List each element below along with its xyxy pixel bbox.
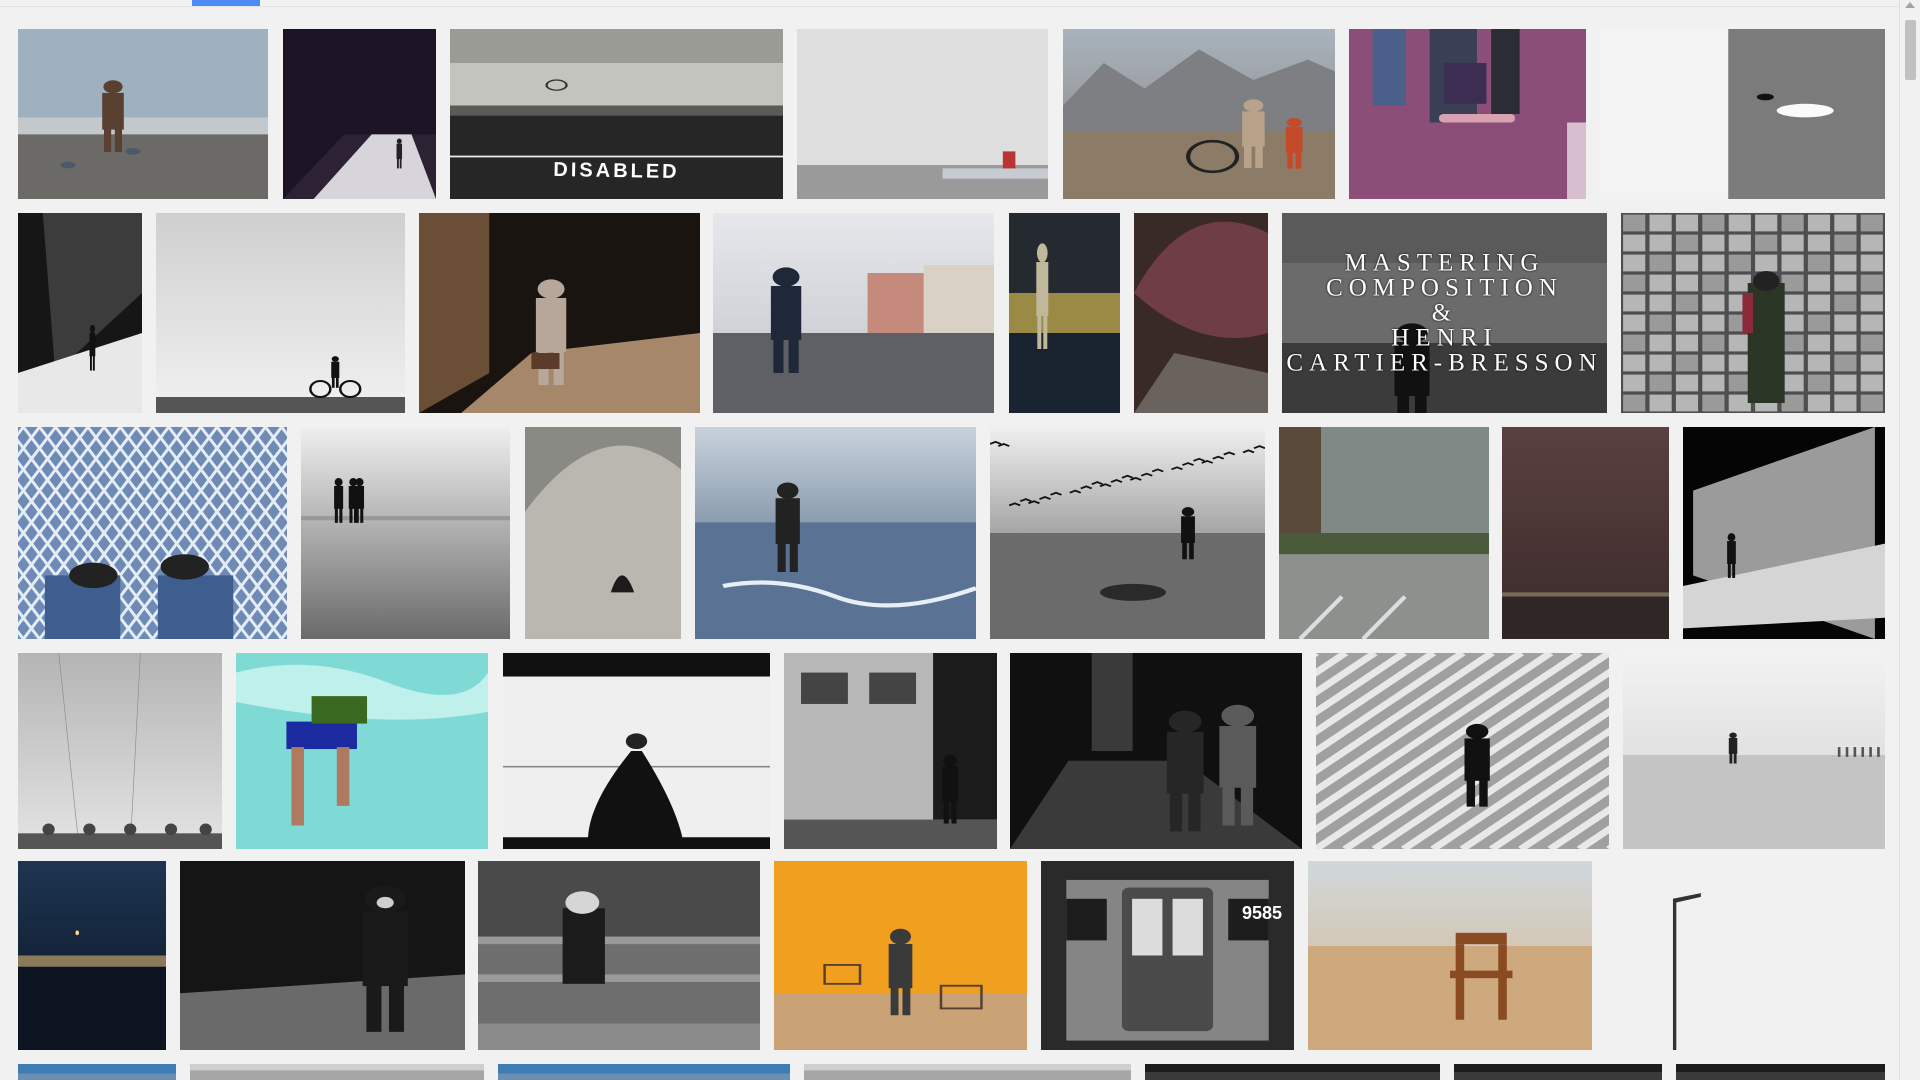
image-night-field[interactable] bbox=[18, 861, 166, 1050]
image-cyclist-horizon[interactable] bbox=[156, 213, 405, 413]
image-girl-fence[interactable] bbox=[478, 861, 760, 1050]
image-disabled-road[interactable]: DISABLED bbox=[450, 29, 783, 199]
image-cave-arch[interactable] bbox=[525, 427, 681, 639]
image-swimmer-pool[interactable] bbox=[236, 653, 488, 849]
image-man-suitcase[interactable] bbox=[419, 213, 700, 413]
thumbnail-title-text: MASTERING COMPOSITION & HENRI CARTIER-BR… bbox=[1286, 249, 1603, 377]
image-cloaked-figure[interactable] bbox=[503, 653, 770, 849]
image-partial-3[interactable] bbox=[498, 1064, 790, 1080]
image-diagonal-stripes-walker[interactable] bbox=[1316, 653, 1609, 849]
image-sea-chair[interactable] bbox=[695, 427, 976, 639]
image-glass-block-wall[interactable] bbox=[1621, 213, 1885, 413]
scrollbar-thumb[interactable] bbox=[1905, 20, 1916, 80]
image-narrow-walker[interactable] bbox=[1009, 213, 1120, 413]
scroll-up-arrow-icon[interactable] bbox=[1905, 2, 1915, 8]
image-brick-building-walker[interactable] bbox=[784, 653, 997, 849]
image-rainy-window[interactable] bbox=[1279, 427, 1489, 639]
image-stairs-shadow[interactable] bbox=[18, 213, 142, 413]
image-partial-6[interactable] bbox=[1454, 1064, 1662, 1080]
image-orange-wall-carts[interactable] bbox=[774, 861, 1027, 1050]
image-partial-4[interactable] bbox=[804, 1064, 1131, 1080]
image-foggy-beach[interactable] bbox=[1623, 653, 1885, 849]
image-people-reflection[interactable] bbox=[301, 427, 510, 639]
image-mountain-hoop-boys[interactable] bbox=[1063, 29, 1335, 199]
image-white-wall-hydrant[interactable] bbox=[797, 29, 1048, 199]
image-light-beam[interactable] bbox=[1683, 427, 1885, 639]
image-red-umbrella[interactable] bbox=[1134, 213, 1268, 413]
image-swans-water-split[interactable] bbox=[1600, 29, 1885, 199]
image-partial-7[interactable] bbox=[1676, 1064, 1885, 1080]
image-night-street[interactable] bbox=[1010, 653, 1302, 849]
image-birds-beach[interactable] bbox=[990, 427, 1265, 639]
image-partial-5[interactable] bbox=[1145, 1064, 1440, 1080]
image-lamp-post[interactable] bbox=[1606, 861, 1885, 1050]
image-partial-1[interactable] bbox=[18, 1064, 176, 1080]
image-dusk-field[interactable] bbox=[1502, 427, 1669, 639]
image-man-bench-pigeons[interactable] bbox=[18, 29, 268, 199]
image-mastering-composition[interactable]: MASTERING COMPOSITION & HENRI CARTIER-BR… bbox=[1282, 213, 1607, 413]
train-number-text: 9585 bbox=[1241, 903, 1282, 923]
vertical-scrollbar[interactable] bbox=[1899, 0, 1920, 1080]
image-mesh-feet[interactable] bbox=[18, 427, 287, 639]
image-chair-beach[interactable] bbox=[1308, 861, 1592, 1050]
image-purple-skateboard[interactable] bbox=[1349, 29, 1586, 199]
image-subway-car[interactable]: 9585 bbox=[1041, 861, 1294, 1050]
image-city-walker[interactable] bbox=[713, 213, 994, 413]
image-power-lines-trees[interactable] bbox=[18, 653, 222, 849]
image-old-man-walking[interactable] bbox=[180, 861, 465, 1050]
image-dark-tunnel[interactable] bbox=[283, 29, 436, 199]
image-partial-2[interactable] bbox=[190, 1064, 484, 1080]
image-results-grid: DISABLED MASTERING COMPOSITION & HENRI CA… bbox=[0, 0, 1900, 1080]
